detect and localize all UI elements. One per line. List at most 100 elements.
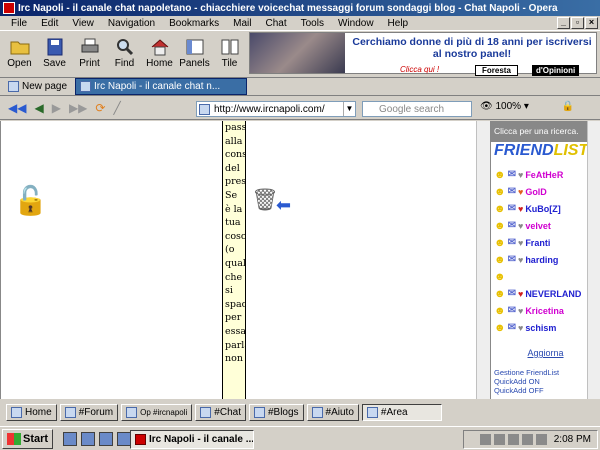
- menu-window[interactable]: Window: [331, 18, 381, 29]
- restore-button[interactable]: ▫: [571, 17, 584, 29]
- quickadd-on-link[interactable]: QuickAdd ON: [494, 377, 600, 386]
- menu-file[interactable]: File: [4, 18, 34, 29]
- smiley-icon: ☻: [494, 287, 506, 300]
- desktop-icon[interactable]: [99, 431, 114, 446]
- trash-icon[interactable]: 🗑: [251, 187, 279, 213]
- home-button[interactable]: Home: [142, 38, 177, 69]
- page-tab-blogs[interactable]: #Blogs: [248, 403, 304, 421]
- search-hint[interactable]: Clicca per una ricerca.: [491, 121, 600, 142]
- save-label: Save: [43, 58, 66, 69]
- ie-icon[interactable]: [63, 431, 78, 446]
- update-link[interactable]: Aggiorna: [491, 348, 600, 358]
- friend-item[interactable]: ☻ ✉ ♥ schism: [491, 319, 600, 336]
- message-word: del: [225, 162, 240, 174]
- menu-chat[interactable]: Chat: [258, 18, 293, 29]
- friend-item[interactable]: ☻ ✉ ♥ Franti: [491, 234, 600, 251]
- security-icon[interactable]: [507, 434, 519, 445]
- friend-item[interactable]: ☻ ✉ ♥ harding: [491, 251, 600, 268]
- save-button[interactable]: Save: [37, 38, 72, 69]
- start-button[interactable]: Start: [2, 428, 54, 449]
- friend-item[interactable]: ☻ ✉ ♥ Kricetina: [491, 302, 600, 319]
- menu-edit[interactable]: Edit: [34, 18, 65, 29]
- media-icon[interactable]: [117, 431, 132, 446]
- minimize-button[interactable]: _: [557, 17, 570, 29]
- envelope-icon[interactable]: ✉: [508, 169, 516, 180]
- page-tab-bar: Home #Forum Op #ircnapoli #Chat #Blogs #…: [0, 402, 600, 422]
- message-word: parla: [225, 339, 245, 351]
- smiley-icon: ☻: [494, 236, 506, 249]
- menu-mail[interactable]: Mail: [226, 18, 258, 29]
- envelope-icon[interactable]: ✉: [508, 322, 516, 333]
- taskbar-opera-window[interactable]: Irc Napoli - il canale ...: [130, 430, 254, 449]
- friend-name: GolD: [525, 186, 547, 197]
- envelope-icon[interactable]: ✉: [508, 203, 516, 214]
- outlook-icon[interactable]: [81, 431, 96, 446]
- address-field[interactable]: http://www.ircnapoli.com/ ▼: [196, 101, 356, 117]
- menu-navigation[interactable]: Navigation: [101, 18, 162, 29]
- envelope-icon[interactable]: ✉: [508, 237, 516, 248]
- print-button[interactable]: Print: [72, 38, 107, 69]
- messenger-icon[interactable]: [535, 434, 547, 445]
- back-icon[interactable]: ◀: [30, 101, 47, 115]
- lock-status-icon[interactable]: 🔒: [562, 101, 574, 112]
- quickadd-off-link[interactable]: QuickAdd OFF: [494, 386, 600, 395]
- zoom-value: 100%: [495, 101, 522, 112]
- search-input[interactable]: Google search: [362, 101, 472, 117]
- friend-item[interactable]: ☻ ✉ ♥ KuBo[Z]: [491, 200, 600, 217]
- heart-icon: ♥: [517, 322, 524, 333]
- manage-friendlist-link[interactable]: Gestione FriendList: [494, 368, 600, 377]
- smiley-icon: ☻: [494, 185, 506, 198]
- forward-icon[interactable]: ▶: [48, 101, 65, 115]
- tab-icon: [200, 406, 212, 418]
- close-button[interactable]: ×: [585, 17, 598, 29]
- tab-irc-napoli[interactable]: Irc Napoli - il canale chat n...: [75, 78, 248, 95]
- envelope-icon[interactable]: ✉: [508, 305, 516, 316]
- zoom-control[interactable]: 👁 100% ▾ 🔒: [480, 101, 574, 112]
- friend-item[interactable]: ☻ ✉ ♥ NEVERLAND: [491, 285, 600, 302]
- friend-item[interactable]: ☻: [491, 268, 600, 285]
- page-scrollbar[interactable]: [476, 121, 490, 399]
- menu-tools[interactable]: Tools: [294, 18, 331, 29]
- envelope-icon[interactable]: ✉: [508, 186, 516, 197]
- wand-icon[interactable]: ╱: [109, 101, 124, 115]
- open-button[interactable]: Open: [2, 38, 37, 69]
- sidebar-scrollbar[interactable]: [587, 121, 600, 399]
- system-tray: 2:08 PM: [463, 430, 598, 449]
- page-tab-area[interactable]: #Area: [361, 403, 442, 421]
- tab-icon: [126, 406, 138, 418]
- fast-forward-icon[interactable]: ▶▶: [65, 101, 91, 115]
- page-tab-chat[interactable]: #Chat: [195, 403, 246, 421]
- chevron-down-icon[interactable]: ▼: [343, 102, 355, 116]
- clock: 2:08 PM: [553, 434, 591, 445]
- tab-new-page[interactable]: New page: [4, 78, 71, 95]
- padlock-icon[interactable]: 🔓: [13, 184, 48, 217]
- tile-button[interactable]: Tile: [212, 38, 247, 69]
- envelope-icon[interactable]: ✉: [508, 254, 516, 265]
- menu-bookmarks[interactable]: Bookmarks: [162, 18, 226, 29]
- friend-item[interactable]: ☻ ✉ ♥ velvet: [491, 217, 600, 234]
- menu-help[interactable]: Help: [381, 18, 416, 29]
- magnifier-icon: [116, 39, 133, 56]
- ad-banner[interactable]: Cerchiamo donne di più di 18 anni per is…: [249, 32, 597, 76]
- volume-icon[interactable]: [493, 434, 505, 445]
- antivirus-icon[interactable]: [521, 434, 533, 445]
- page-tab-forum[interactable]: #Forum: [59, 403, 119, 421]
- friend-item[interactable]: ☻ ✉ ♥ GolD: [491, 183, 600, 200]
- panels-button[interactable]: Panels: [177, 38, 212, 69]
- reload-icon[interactable]: ⟳: [91, 101, 109, 115]
- banner-cta[interactable]: Clicca qui !: [400, 65, 439, 74]
- envelope-icon[interactable]: ✉: [508, 288, 516, 299]
- find-button[interactable]: Find: [107, 38, 142, 69]
- page-tab-aiuto[interactable]: #Aiuto: [306, 403, 359, 421]
- message-word: cosc: [225, 230, 246, 242]
- arrow-left-icon[interactable]: ⬅: [276, 195, 291, 216]
- eye-icon: 👁: [480, 101, 493, 112]
- page-tab-home[interactable]: Home: [6, 403, 57, 421]
- page-content: 🔓 pass alla cons del pres Se è la tua cosc (o qual…: [0, 121, 490, 399]
- menu-view[interactable]: View: [65, 18, 101, 29]
- back-arrow-icon[interactable]: ◀◀: [4, 101, 30, 115]
- page-tab-op[interactable]: Op #ircnapoli: [121, 403, 193, 421]
- network-icon[interactable]: [479, 434, 491, 445]
- envelope-icon[interactable]: ✉: [508, 220, 516, 231]
- friend-item[interactable]: ☻ ✉ ♥ FeAtHeR: [491, 166, 600, 183]
